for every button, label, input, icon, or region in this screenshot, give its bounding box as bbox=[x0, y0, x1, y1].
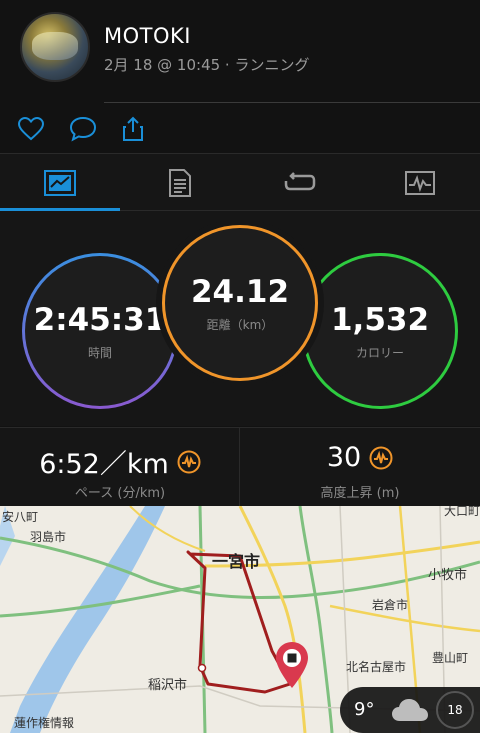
map-label: 羽島市 bbox=[30, 530, 67, 544]
distance-label: 距離（km） bbox=[206, 317, 274, 332]
weather-badge[interactable]: 9° 18 bbox=[340, 687, 480, 733]
social-actions bbox=[0, 103, 480, 153]
summary-icon bbox=[44, 169, 76, 196]
route-start-marker bbox=[197, 663, 207, 673]
day-indicator: 18 bbox=[436, 691, 474, 729]
comment-icon[interactable] bbox=[68, 115, 98, 143]
road bbox=[298, 506, 334, 733]
share-icon[interactable] bbox=[118, 115, 148, 143]
time-value: 2:45:31 bbox=[33, 301, 167, 338]
pace-chart-icon bbox=[177, 450, 201, 473]
activity-header: MOTOKI 2月 18 @ 10:45 · ランニング bbox=[0, 0, 480, 102]
activity-date-type: 2月 18 @ 10:45 · ランニング bbox=[104, 56, 310, 74]
tab-summary[interactable] bbox=[0, 154, 120, 211]
calories-value: 1,532 bbox=[330, 301, 430, 338]
distance-value: 24.12 bbox=[190, 273, 290, 310]
calories-ring[interactable]: 1,532 カロリー bbox=[302, 253, 458, 409]
like-icon[interactable] bbox=[16, 115, 46, 143]
map-label: 安八町 bbox=[2, 510, 39, 524]
map-attribution: 蓮作権情報 bbox=[14, 716, 75, 730]
stop-icon bbox=[287, 653, 297, 663]
tab-laps[interactable] bbox=[240, 154, 360, 211]
map-label: 岩倉市 bbox=[372, 598, 409, 612]
map-label: 豊山町 bbox=[432, 651, 469, 665]
map-label: 一宮市 bbox=[212, 552, 261, 571]
avatar[interactable] bbox=[20, 12, 90, 82]
pace-label: ペース (分/km) bbox=[74, 486, 166, 501]
map-label: 稲沢市 bbox=[148, 678, 188, 693]
metrics-row: 6:52／km ペース (分/km) 30 高度上昇 (m) bbox=[0, 427, 480, 507]
elevation-label: 高度上昇 (m) bbox=[320, 486, 400, 501]
temperature: 9° bbox=[354, 699, 375, 720]
tab-charts[interactable] bbox=[360, 154, 480, 211]
map-label: 北名古屋市 bbox=[346, 660, 407, 674]
map-label: 大口町 bbox=[444, 506, 480, 518]
tab-details[interactable] bbox=[120, 154, 240, 211]
details-icon bbox=[169, 168, 191, 197]
route-map[interactable]: 安八町 羽島市 一宮市 岩倉市 小牧市 北名古屋市 豊山町 大口町 稲沢市 蓮作… bbox=[0, 506, 480, 733]
distance-ring[interactable]: 24.12 距離（km） bbox=[162, 225, 318, 381]
tab-bar bbox=[0, 153, 480, 211]
laps-icon bbox=[284, 171, 316, 190]
calories-label: カロリー bbox=[355, 345, 404, 360]
road bbox=[238, 506, 307, 733]
time-ring[interactable]: 2:45:31 時間 bbox=[22, 253, 178, 409]
stats-panel: 2:45:31 時間 1,532 カロリー 24.12 距離（km） bbox=[0, 211, 480, 426]
pace-value: 6:52／km bbox=[39, 449, 169, 480]
username[interactable]: MOTOKI bbox=[104, 24, 191, 48]
time-label: 時間 bbox=[87, 345, 112, 360]
charts-icon bbox=[405, 170, 435, 195]
elevation-value: 30 bbox=[326, 442, 362, 473]
pace-metric[interactable]: 6:52／km ペース (分/km) bbox=[0, 428, 240, 507]
elevation-metric[interactable]: 30 高度上昇 (m) bbox=[240, 428, 480, 507]
map-label: 小牧市 bbox=[428, 568, 468, 583]
elevation-chart-icon bbox=[369, 446, 393, 469]
cloud-icon bbox=[392, 699, 428, 721]
